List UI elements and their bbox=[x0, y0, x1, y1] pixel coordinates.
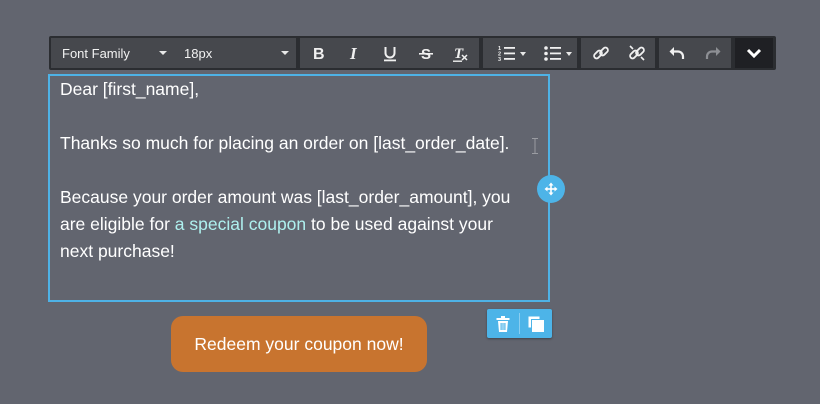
clear-format-icon: T bbox=[453, 46, 468, 62]
lists-group: 1 2 3 bbox=[483, 38, 577, 68]
chevron-down-icon bbox=[566, 52, 572, 56]
duplicate-block-button[interactable] bbox=[520, 309, 552, 338]
svg-text:3: 3 bbox=[498, 57, 501, 61]
chevron-down-icon bbox=[281, 51, 289, 55]
coupon-link[interactable]: a special coupon bbox=[175, 214, 306, 234]
move-handle[interactable] bbox=[537, 175, 565, 203]
delete-block-button[interactable] bbox=[487, 309, 519, 338]
coupon-line-3: next purchase! bbox=[60, 241, 175, 261]
underline-button[interactable] bbox=[372, 38, 408, 68]
thanks-line: Thanks so much for placing an order on [… bbox=[60, 133, 510, 153]
unordered-list-icon bbox=[544, 46, 561, 61]
undo-icon bbox=[669, 47, 685, 59]
redo-button[interactable] bbox=[695, 38, 731, 68]
ordered-list-button[interactable]: 1 2 3 bbox=[487, 38, 529, 68]
italic-icon: I bbox=[349, 45, 358, 61]
undo-button[interactable] bbox=[659, 38, 695, 68]
duplicate-icon bbox=[528, 316, 544, 332]
editor-toolbar: Font Family 18px B I S T 1 2 3 bbox=[49, 36, 776, 70]
move-icon bbox=[544, 182, 558, 196]
block-actions bbox=[487, 309, 552, 338]
chevron-down-icon bbox=[520, 52, 526, 56]
font-size-select[interactable]: 18px bbox=[184, 38, 292, 68]
font-size-label: 18px bbox=[184, 45, 213, 61]
bold-icon: B bbox=[313, 46, 325, 61]
unlink-icon bbox=[629, 45, 645, 61]
svg-text:I: I bbox=[349, 45, 358, 61]
redeem-coupon-label: Redeem your coupon now! bbox=[194, 333, 404, 354]
coupon-paragraph: Because your order amount was [last_orde… bbox=[60, 184, 530, 265]
redeem-coupon-button[interactable]: Redeem your coupon now! bbox=[171, 316, 427, 372]
formatting-group: B I S T bbox=[300, 38, 479, 68]
coupon-line-2-end: to be used against your bbox=[306, 214, 493, 234]
strikethrough-button[interactable]: S bbox=[408, 38, 444, 68]
coupon-line-1: Because your order amount was [last_orde… bbox=[60, 187, 511, 207]
editor-content[interactable]: Dear [first_name], Thanks so much for pl… bbox=[60, 76, 530, 265]
history-group bbox=[659, 38, 731, 68]
font-family-label: Font Family bbox=[62, 45, 130, 61]
svg-text:B: B bbox=[313, 46, 325, 61]
italic-button[interactable]: I bbox=[336, 38, 372, 68]
unlink-button[interactable] bbox=[619, 38, 655, 68]
clear-format-button[interactable]: T bbox=[443, 38, 479, 68]
trash-icon bbox=[496, 315, 510, 332]
underline-icon bbox=[384, 46, 396, 61]
bold-button[interactable]: B bbox=[300, 38, 336, 68]
redo-icon bbox=[705, 47, 721, 59]
greeting-line: Dear [first_name], bbox=[60, 79, 200, 99]
coupon-line-2-start: are eligible for bbox=[60, 214, 175, 234]
chevron-down-icon bbox=[746, 48, 762, 58]
strikethrough-icon: S bbox=[419, 46, 433, 61]
font-family-select[interactable]: Font Family bbox=[62, 38, 174, 68]
chevron-down-icon bbox=[159, 51, 167, 55]
link-button[interactable] bbox=[583, 38, 619, 68]
ordered-list-icon: 1 2 3 bbox=[498, 46, 515, 61]
text-cursor-icon bbox=[532, 138, 538, 154]
font-controls-group: Font Family 18px bbox=[51, 38, 296, 68]
link-icon bbox=[593, 46, 609, 60]
unordered-list-button[interactable] bbox=[533, 38, 575, 68]
more-options-button[interactable] bbox=[735, 38, 773, 68]
text-block-editor[interactable]: Dear [first_name], Thanks so much for pl… bbox=[48, 74, 550, 302]
link-group bbox=[581, 38, 655, 68]
